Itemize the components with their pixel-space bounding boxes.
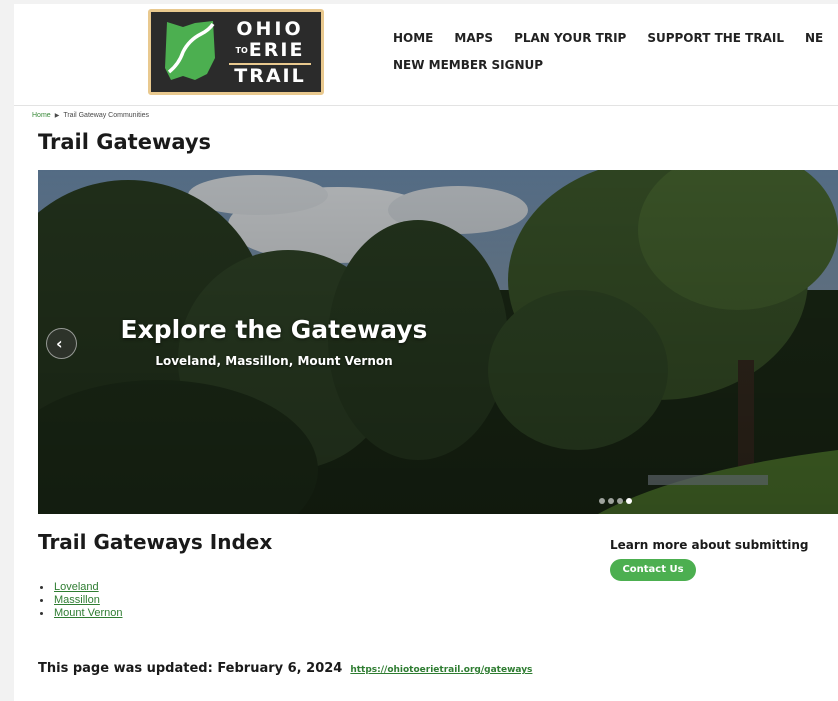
updated-text: This page was updated: February 6, 2024	[38, 661, 343, 676]
nav-news[interactable]: NE	[805, 31, 823, 45]
slider-prev-button[interactable]: ‹	[46, 328, 77, 359]
header-divider	[14, 105, 838, 106]
slider-dot[interactable]	[617, 498, 623, 504]
logo-line1: OHIO	[236, 18, 304, 40]
breadcrumb-arrow-icon: ▶	[54, 113, 60, 119]
logo-to: TO	[235, 45, 248, 55]
breadcrumb-home[interactable]: Home	[32, 112, 51, 119]
page-title: Trail Gateways	[38, 130, 212, 154]
main-nav: HOME MAPS PLAN YOUR TRIP SUPPORT THE TRA…	[393, 31, 838, 72]
gateway-link-loveland[interactable]: Loveland	[54, 581, 99, 593]
breadcrumb: Home ▶ Trail Gateway Communities	[32, 112, 149, 119]
site-logo[interactable]: OHIO TOERIE TRAIL	[148, 9, 324, 95]
index-title: Trail Gateways Index	[38, 530, 273, 554]
slider-dot[interactable]	[599, 498, 605, 504]
page-url-link[interactable]: https://ohiotoerietrail.org/gateways	[350, 665, 532, 675]
list-item: Loveland	[40, 581, 123, 594]
chevron-left-icon: ‹	[56, 334, 63, 353]
logo-line2: TOERIE	[225, 41, 315, 60]
hero-slider[interactable]: Explore the Gateways Loveland, Massillon…	[38, 170, 838, 514]
slider-dot-active[interactable]	[626, 498, 632, 504]
nav-new-member-signup[interactable]: NEW MEMBER SIGNUP	[393, 58, 543, 72]
learn-more-text: Learn more about submitting	[610, 538, 809, 552]
logo-line3: TRAIL	[234, 65, 306, 87]
gateway-link-mount-vernon[interactable]: Mount Vernon	[54, 607, 123, 619]
slider-dots	[599, 498, 632, 504]
contact-us-button[interactable]: Contact Us	[610, 559, 696, 581]
breadcrumb-current: Trail Gateway Communities	[63, 112, 150, 119]
slider-dot[interactable]	[608, 498, 614, 504]
logo-erie: ERIE	[248, 39, 305, 61]
gateway-link-massillon[interactable]: Massillon	[54, 594, 100, 606]
nav-plan-your-trip[interactable]: PLAN YOUR TRIP	[514, 31, 626, 45]
hero-title: Explore the Gateways	[120, 315, 428, 344]
updated-line: This page was updated: February 6, 2024 h…	[38, 661, 532, 676]
list-item: Mount Vernon	[40, 607, 123, 620]
list-item: Massillon	[40, 594, 123, 607]
page: OHIO TOERIE TRAIL HOME MAPS PLAN YOUR TR…	[14, 4, 838, 701]
hero-subtitle: Loveland, Massillon, Mount Vernon	[155, 354, 393, 368]
nav-home[interactable]: HOME	[393, 31, 433, 45]
nav-maps[interactable]: MAPS	[454, 31, 493, 45]
gateways-list: Loveland Massillon Mount Vernon	[40, 581, 123, 620]
logo-wordmark: OHIO TOERIE TRAIL	[225, 20, 315, 86]
ohio-map-icon	[165, 21, 215, 80]
nav-support-the-trail[interactable]: SUPPORT THE TRAIL	[647, 31, 784, 45]
